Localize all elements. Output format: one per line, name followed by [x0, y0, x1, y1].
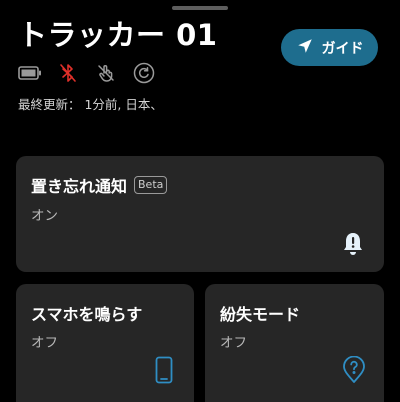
- lost-alert-card[interactable]: 置き忘れ通知 Beta オン: [16, 156, 384, 272]
- guide-button[interactable]: ガイド: [281, 29, 378, 66]
- lost-alert-title: 置き忘れ通知: [31, 177, 128, 196]
- smartphone-icon: [155, 356, 173, 388]
- lost-mode-state: オフ: [220, 335, 247, 351]
- bell-alert-icon: [342, 231, 364, 261]
- ring-phone-title: スマホを鳴らす: [31, 305, 143, 324]
- status-icons: [18, 62, 156, 84]
- beta-badge: Beta: [134, 176, 168, 194]
- battery-icon: [18, 62, 42, 84]
- guide-button-label: ガイド: [321, 40, 364, 57]
- location-question-icon: [342, 355, 366, 388]
- sheet-drag-handle[interactable]: [172, 6, 228, 10]
- bluetooth-off-icon: [56, 62, 80, 84]
- ring-phone-state: オフ: [31, 335, 58, 351]
- lost-mode-card[interactable]: 紛失モード オフ: [205, 284, 384, 402]
- ring-phone-card[interactable]: スマホを鳴らす オフ: [16, 284, 194, 402]
- lost-alert-title-row: 置き忘れ通知 Beta: [31, 173, 168, 197]
- lost-mode-title: 紛失モード: [220, 305, 301, 324]
- lost-alert-state: オン: [31, 208, 58, 224]
- refresh-icon[interactable]: [132, 62, 156, 84]
- page-title: トラッカー 01: [18, 18, 218, 52]
- tap-off-icon: [94, 62, 118, 84]
- last-update-text: 最終更新： 1分前, 日本、: [18, 97, 163, 112]
- send-icon: [296, 37, 314, 59]
